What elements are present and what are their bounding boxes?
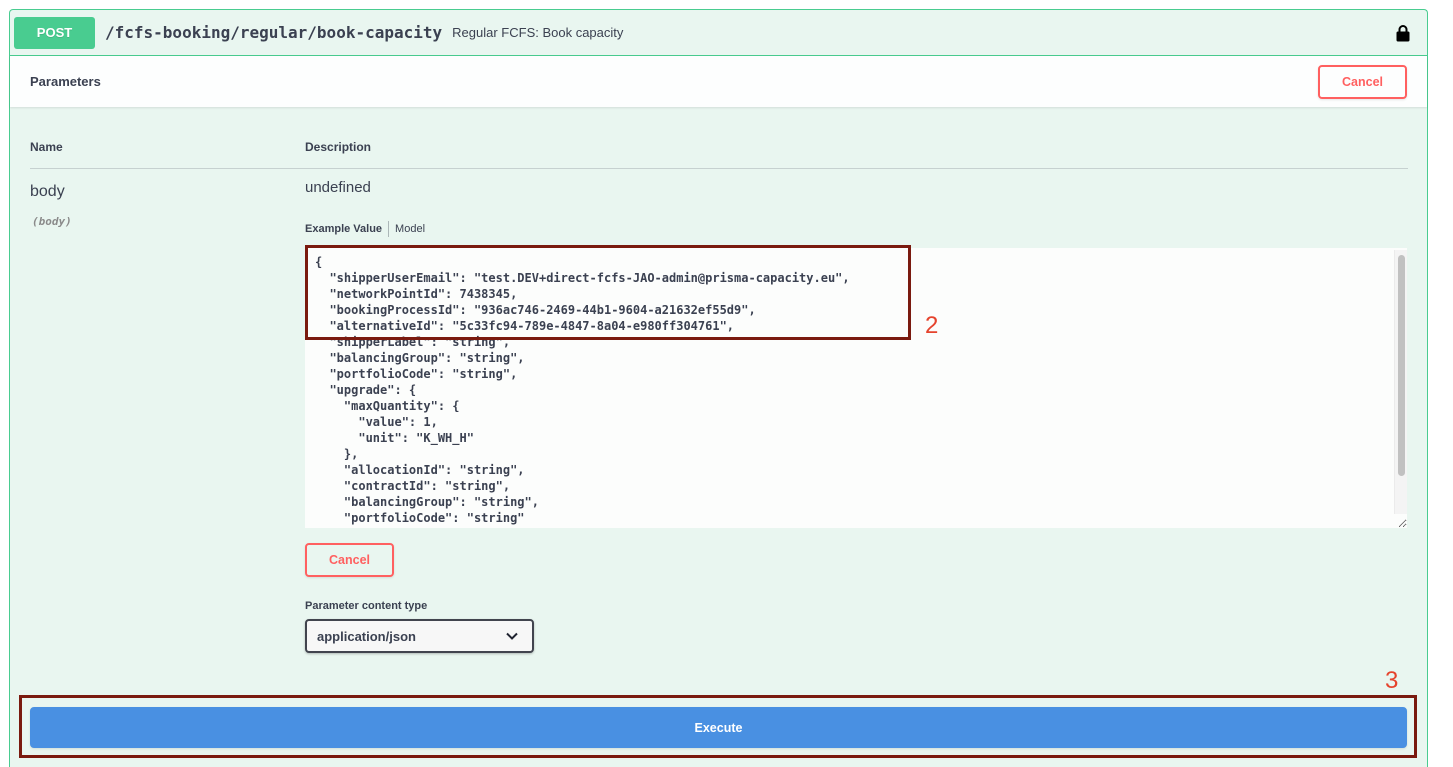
http-method-badge: POST xyxy=(14,16,95,49)
body-cancel-button[interactable]: Cancel xyxy=(305,543,394,577)
content-type-dropdown: application/json xyxy=(305,619,534,653)
content-type-select[interactable]: application/json xyxy=(305,619,534,653)
cancel-try-out-button[interactable]: Cancel xyxy=(1318,64,1407,99)
column-header-description: Description xyxy=(305,140,372,154)
parameters-header: Parameters Cancel xyxy=(10,56,1427,107)
body-json-textarea[interactable]: { "shipperUserEmail": "test.DEV+direct-f… xyxy=(305,248,1407,528)
body-editor: { "shipperUserEmail": "test.DEV+direct-f… xyxy=(305,248,1407,528)
endpoint-path: /fcfs-booking/regular/book-capacity xyxy=(105,23,443,42)
tab-divider xyxy=(388,221,390,237)
table-header-divider xyxy=(30,168,1408,169)
lock-icon[interactable] xyxy=(1396,24,1410,42)
parameter-location: (body) xyxy=(32,215,72,228)
operation-summary[interactable]: POST /fcfs-booking/regular/book-capacity… xyxy=(10,10,1427,56)
editor-scrollbar[interactable] xyxy=(1394,250,1407,514)
execute-button[interactable]: Execute xyxy=(30,707,1407,748)
column-header-name: Name xyxy=(30,140,63,154)
content-type-label: Parameter content type xyxy=(305,600,428,612)
section-title: Parameters xyxy=(30,74,101,89)
tab-example-value[interactable]: Example Value xyxy=(305,221,382,237)
parameter-name: body xyxy=(30,183,65,200)
editor-scrollbar-thumb[interactable] xyxy=(1398,255,1405,476)
example-tabs: Example Value Model xyxy=(305,221,425,237)
operation-block: POST /fcfs-booking/regular/book-capacity… xyxy=(9,9,1428,767)
tab-model[interactable]: Model xyxy=(395,221,425,237)
operation-description: Regular FCFS: Book capacity xyxy=(452,25,624,40)
parameter-description: undefined xyxy=(305,179,371,196)
